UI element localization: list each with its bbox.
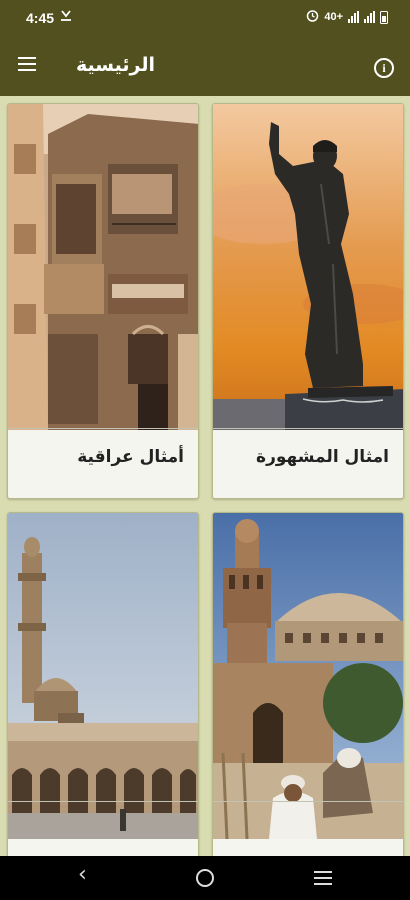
- category-title: [213, 801, 403, 856]
- statue-image: [213, 104, 403, 430]
- old-building-image: [8, 104, 198, 430]
- category-card[interactable]: [212, 512, 404, 856]
- status-time: 4:45: [26, 10, 55, 26]
- network-label: 40+: [324, 11, 343, 23]
- category-card[interactable]: امثال المشهورة: [212, 103, 404, 499]
- status-bar: 4:45 40+: [0, 0, 410, 38]
- battery-icon: [380, 10, 388, 24]
- signal-icon: [348, 11, 359, 23]
- system-nav-bar: ‹: [0, 856, 410, 900]
- category-title: امثال المشهورة: [213, 428, 403, 498]
- status-icons: 40+: [306, 9, 388, 25]
- category-card[interactable]: [7, 512, 199, 856]
- app-bar: الرئيسية i: [0, 38, 410, 96]
- info-icon[interactable]: i: [374, 58, 394, 78]
- download-icon: [60, 9, 72, 26]
- category-card[interactable]: أمثال عراقية: [7, 103, 199, 499]
- home-icon[interactable]: [196, 869, 214, 887]
- mosque-courtyard-image: [8, 513, 198, 839]
- category-title: [8, 801, 198, 856]
- menu-icon[interactable]: [18, 57, 40, 77]
- category-grid: امثال المشهورة أمثال عراقية: [0, 96, 410, 856]
- back-icon[interactable]: ‹: [78, 862, 87, 887]
- category-title: أمثال عراقية: [8, 428, 198, 498]
- minaret-dome-image: [213, 513, 403, 839]
- signal-icon-2: [364, 11, 375, 23]
- page-title: الرئيسية: [76, 54, 155, 76]
- recents-icon[interactable]: [314, 871, 332, 889]
- alarm-icon: [306, 9, 319, 25]
